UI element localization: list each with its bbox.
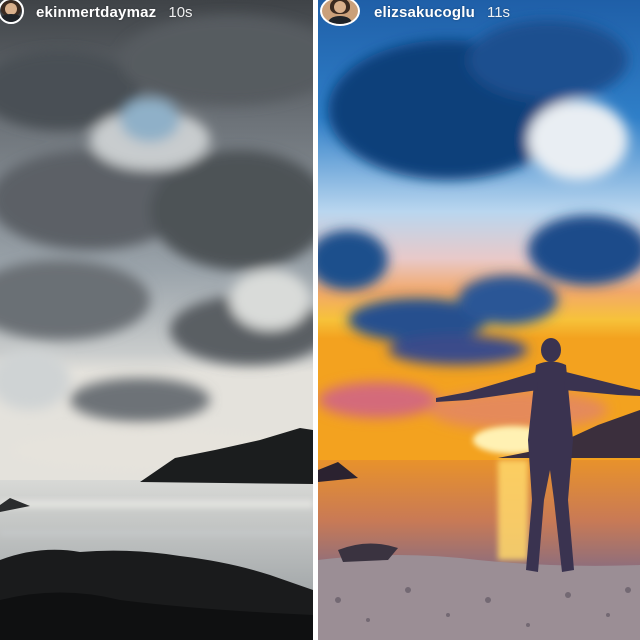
story-header-right: elizsakucoglu 11s (318, 0, 640, 30)
username[interactable]: elizsakucoglu (374, 4, 475, 21)
username[interactable]: ekinmertdaymaz (36, 4, 156, 21)
story-panel-left[interactable]: ekinmertdaymaz 10s (0, 0, 313, 640)
story-header-left: ekinmertdaymaz 10s (0, 0, 313, 30)
story-panel-right[interactable]: elizsakucoglu 11s (318, 0, 640, 640)
profile-avatar[interactable] (320, 0, 360, 26)
story-photo-left (0, 0, 313, 640)
profile-avatar[interactable] (0, 0, 24, 24)
story-photo-right (318, 0, 640, 640)
story-timestamp: 10s (168, 3, 193, 21)
story-timestamp: 11s (486, 3, 511, 21)
